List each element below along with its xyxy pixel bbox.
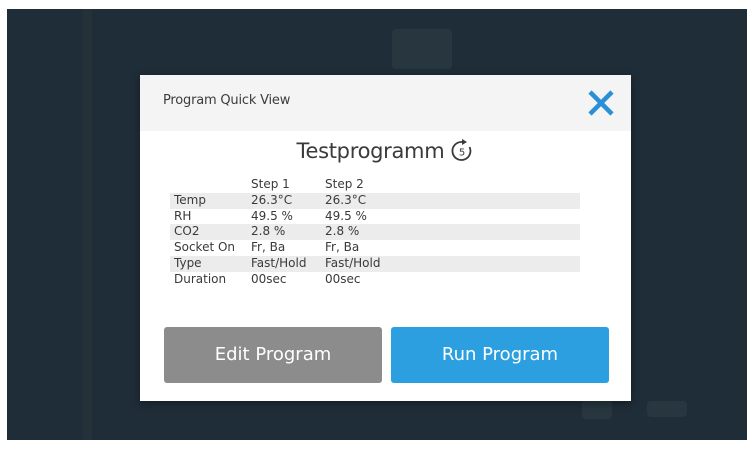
- step-2-value: Fast/Hold: [325, 255, 580, 272]
- header-step-2: Step 2: [325, 177, 364, 191]
- table-row-co2: CO2 2.8 % 2.8 %: [170, 224, 580, 241]
- step-2-value: 00sec: [325, 271, 361, 286]
- table-header-row: Step 1 Step 2: [170, 177, 580, 193]
- header-empty: [170, 177, 251, 193]
- table-row-temp: Temp 26.3°C 26.3°C: [170, 192, 580, 209]
- row-label: Type: [170, 255, 251, 272]
- dialog-header: Program Quick View: [140, 75, 631, 131]
- step-1-value: 00sec: [251, 271, 287, 286]
- row-label: Temp: [170, 192, 251, 209]
- table-row-duration: Duration 00sec 00sec: [170, 272, 580, 288]
- step-2-value: Fr, Ba: [325, 240, 360, 255]
- repeat-count: 5: [459, 148, 465, 159]
- step-2-value: 49.5 %: [325, 208, 367, 223]
- step-1-value: Fast/Hold: [251, 255, 325, 272]
- close-button[interactable]: [585, 87, 617, 119]
- step-1-value: 49.5 %: [251, 208, 293, 223]
- close-icon: [588, 90, 614, 116]
- step-2-value: 26.3°C: [325, 192, 580, 209]
- background-shape: [582, 399, 612, 419]
- table-row-socket-on: Socket On Fr, Ba Fr, Ba: [170, 240, 580, 256]
- dialog-title: Program Quick View: [163, 93, 291, 108]
- step-1-value: 2.8 %: [251, 224, 325, 241]
- edit-program-button[interactable]: Edit Program: [164, 327, 382, 383]
- run-program-button[interactable]: Run Program: [391, 327, 609, 383]
- program-quick-view-dialog: Program Quick View Testprogramm 5 Step 1…: [140, 75, 631, 401]
- program-name: Testprogramm: [296, 139, 445, 163]
- row-label: RH: [174, 208, 192, 223]
- background-shape: [647, 401, 687, 417]
- repeat-icon: 5: [450, 139, 474, 163]
- step-2-value: 2.8 %: [325, 224, 580, 241]
- row-label: Duration: [174, 271, 227, 286]
- row-label: Socket On: [174, 240, 236, 255]
- program-name-row: Testprogramm 5: [140, 139, 631, 169]
- step-1-value: 26.3°C: [251, 192, 325, 209]
- row-label: CO2: [170, 224, 251, 241]
- step-1-value: Fr, Ba: [251, 240, 286, 255]
- background-shape: [392, 29, 452, 69]
- table-row-rh: RH 49.5 % 49.5 %: [170, 209, 580, 225]
- background-divider: [83, 9, 92, 440]
- program-steps-table: Step 1 Step 2 Temp 26.3°C 26.3°C RH 49.5…: [170, 177, 580, 288]
- header-step-1: Step 1: [251, 177, 290, 191]
- table-row-type: Type Fast/Hold Fast/Hold: [170, 255, 580, 272]
- background-screen: Program Quick View Testprogramm 5 Step 1…: [7, 9, 747, 440]
